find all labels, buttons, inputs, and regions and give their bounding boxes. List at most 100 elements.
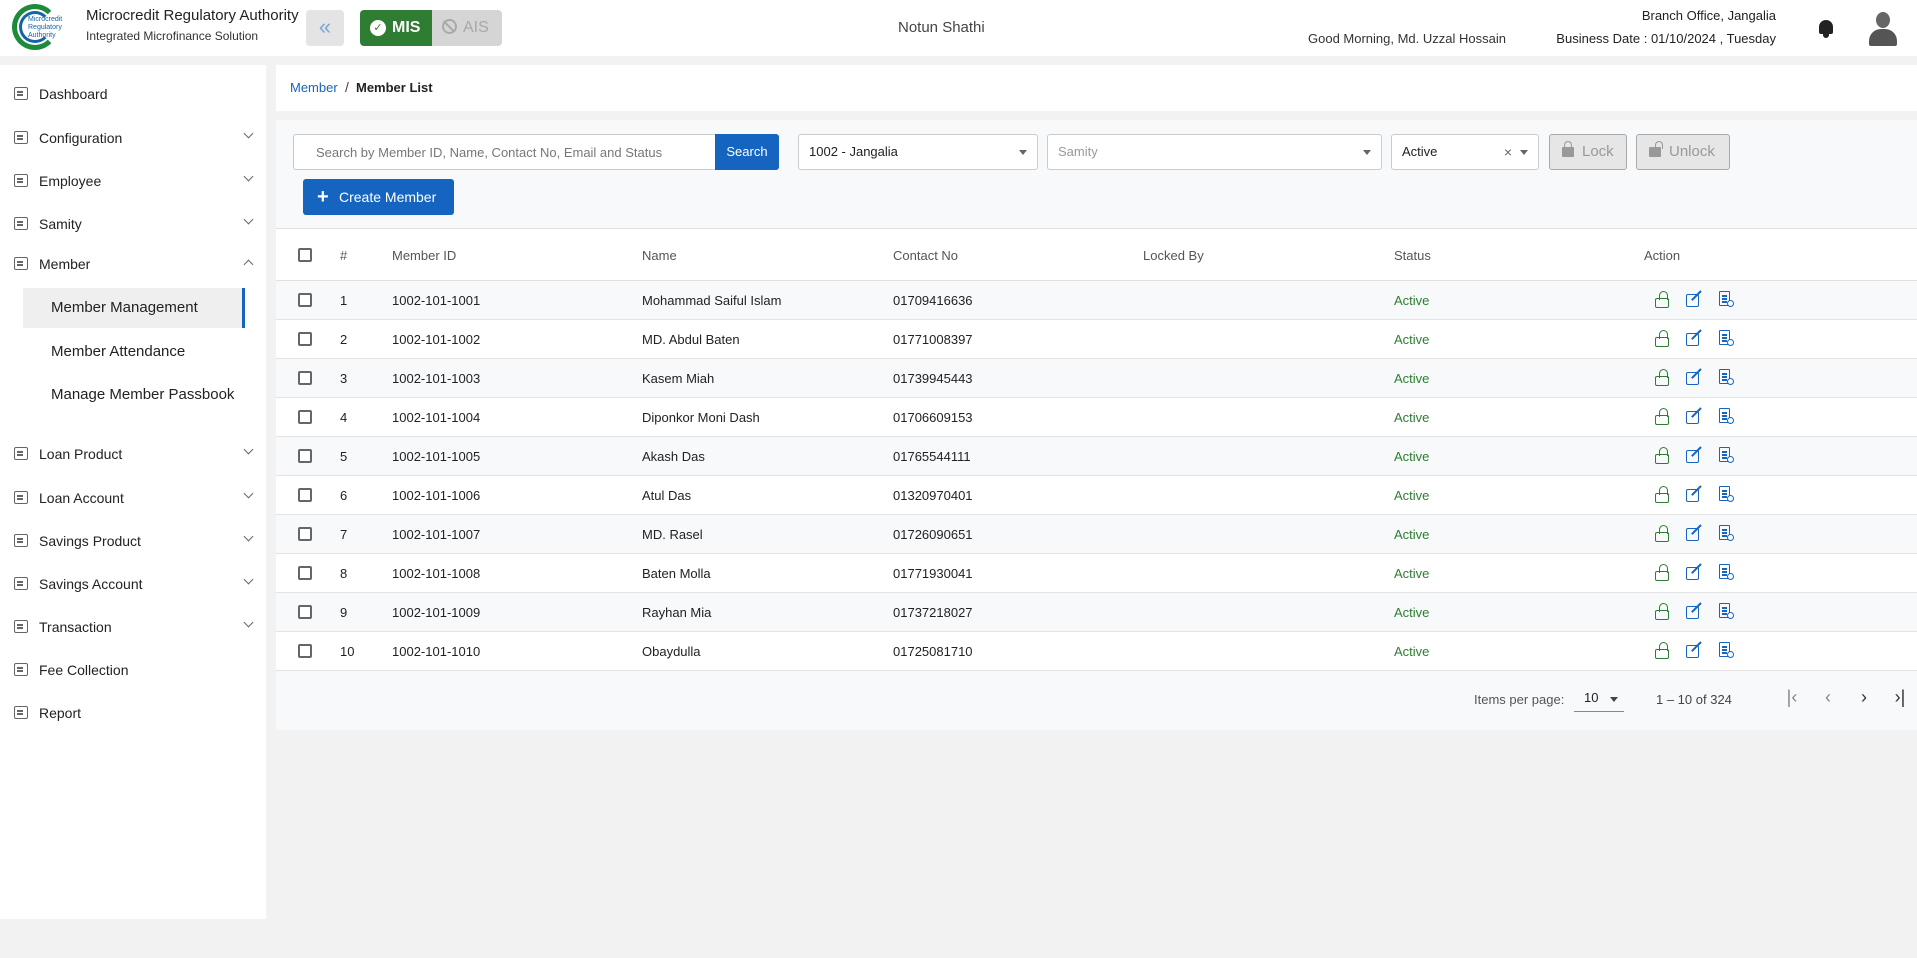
- row-checkbox[interactable]: [298, 293, 312, 307]
- unlock-icon[interactable]: [1654, 564, 1670, 581]
- bell-icon[interactable]: [1817, 18, 1835, 38]
- cell-index: 4: [340, 410, 348, 425]
- edit-icon[interactable]: [1686, 524, 1702, 542]
- sidebar-subitem-member-management[interactable]: Member Management: [23, 288, 245, 328]
- view-details-icon[interactable]: [1718, 369, 1734, 386]
- sidebar-subitem-member-attendance[interactable]: Member Attendance: [23, 332, 245, 372]
- cell-name: Baten Molla: [642, 566, 711, 581]
- edit-icon[interactable]: [1686, 563, 1702, 581]
- sidebar-item-label: Report: [39, 705, 82, 721]
- unlock-icon[interactable]: [1654, 603, 1670, 620]
- select-all-checkbox[interactable]: [298, 248, 312, 262]
- edit-icon[interactable]: [1686, 602, 1702, 620]
- create-member-button[interactable]: + Create Member: [303, 179, 454, 215]
- view-details-icon[interactable]: [1718, 564, 1734, 581]
- table-header: # Member ID Name Contact No Locked By St…: [276, 228, 1917, 281]
- view-details-icon[interactable]: [1718, 408, 1734, 425]
- cell-status: Active: [1394, 488, 1430, 503]
- status-select[interactable]: Active ×: [1391, 134, 1539, 170]
- collapse-sidebar-button[interactable]: «: [306, 10, 344, 46]
- row-checkbox[interactable]: [298, 449, 312, 463]
- unlock-button[interactable]: Unlock: [1636, 134, 1730, 170]
- edit-icon[interactable]: [1686, 407, 1702, 425]
- sidebar-item-transaction[interactable]: Transaction: [0, 612, 266, 642]
- unlock-icon: [1649, 141, 1663, 157]
- sidebar-subitem-member-passbook[interactable]: Manage Member Passbook: [23, 375, 245, 415]
- edit-icon[interactable]: [1686, 290, 1702, 308]
- unlock-icon[interactable]: [1654, 642, 1670, 659]
- sidebar-subitem-label: Member Management: [51, 299, 198, 316]
- lock-icon: [1562, 141, 1574, 157]
- next-page-icon[interactable]: ›: [1854, 688, 1874, 708]
- row-checkbox[interactable]: [298, 644, 312, 658]
- sidebar-item-savings-account[interactable]: Savings Account: [0, 569, 266, 599]
- search-input[interactable]: [293, 134, 715, 170]
- cell-index: 3: [340, 371, 348, 386]
- sidebar-item-loan-account[interactable]: Loan Account: [0, 483, 266, 513]
- ais-toggle-button[interactable]: AIS: [432, 10, 502, 46]
- sidebar-item-label: Employee: [39, 173, 102, 189]
- search-button[interactable]: Search: [715, 134, 779, 170]
- unlock-icon[interactable]: [1654, 447, 1670, 464]
- prev-page-icon[interactable]: ‹: [1818, 688, 1838, 708]
- samity-select[interactable]: Samity: [1047, 134, 1382, 170]
- check-circle-icon: ✓: [370, 20, 386, 36]
- view-details-icon[interactable]: [1718, 486, 1734, 503]
- edit-icon[interactable]: [1686, 641, 1702, 659]
- cell-index: 7: [340, 527, 348, 542]
- breadcrumb-member-link[interactable]: Member: [290, 80, 338, 95]
- row-checkbox[interactable]: [298, 566, 312, 580]
- row-checkbox[interactable]: [298, 332, 312, 346]
- mis-toggle-button[interactable]: ✓ MIS: [360, 10, 432, 46]
- view-details-icon[interactable]: [1718, 525, 1734, 542]
- branch-select[interactable]: 1002 - Jangalia: [798, 134, 1038, 170]
- employee-icon: [14, 174, 28, 187]
- view-details-icon[interactable]: [1718, 642, 1734, 659]
- view-details-icon[interactable]: [1718, 603, 1734, 620]
- cell-member-id: 1002-101-1003: [392, 371, 481, 386]
- view-details-icon[interactable]: [1718, 330, 1734, 347]
- first-page-icon[interactable]: |‹: [1782, 688, 1802, 708]
- edit-icon[interactable]: [1686, 368, 1702, 386]
- row-checkbox[interactable]: [298, 527, 312, 541]
- chevron-down-icon: [243, 574, 254, 585]
- sidebar-item-savings-product[interactable]: Savings Product: [0, 526, 266, 556]
- chevron-down-icon: [243, 617, 254, 628]
- view-details-icon[interactable]: [1718, 447, 1734, 464]
- sidebar-item-configuration[interactable]: Configuration: [0, 123, 266, 153]
- breadcrumb-separator: /: [345, 79, 349, 95]
- unlock-icon[interactable]: [1654, 408, 1670, 425]
- sidebar-item-report[interactable]: Report: [0, 698, 266, 728]
- view-details-icon[interactable]: [1718, 291, 1734, 308]
- last-page-icon[interactable]: ›|: [1890, 688, 1910, 708]
- table-row: 7 1002-101-1007 MD. Rasel 01726090651 Active: [276, 515, 1917, 554]
- unlock-icon[interactable]: [1654, 369, 1670, 386]
- edit-icon[interactable]: [1686, 485, 1702, 503]
- items-per-page-select[interactable]: 10: [1574, 690, 1624, 712]
- sidebar-item-loan-product[interactable]: Loan Product: [0, 439, 266, 469]
- unlock-icon[interactable]: [1654, 486, 1670, 503]
- sidebar-item-fee-collection[interactable]: Fee Collection: [0, 655, 266, 685]
- unlock-icon[interactable]: [1654, 291, 1670, 308]
- unlock-icon[interactable]: [1654, 330, 1670, 347]
- sidebar-item-samity[interactable]: Samity: [0, 209, 266, 239]
- cell-status: Active: [1394, 605, 1430, 620]
- ais-label: AIS: [463, 19, 489, 36]
- edit-icon[interactable]: [1686, 329, 1702, 347]
- lock-button[interactable]: Lock: [1549, 134, 1627, 170]
- row-checkbox[interactable]: [298, 488, 312, 502]
- savings-product-icon: [14, 534, 28, 547]
- sidebar-item-label: Loan Product: [39, 446, 123, 462]
- row-checkbox[interactable]: [298, 371, 312, 385]
- sidebar-item-dashboard[interactable]: Dashboard: [0, 79, 266, 109]
- avatar[interactable]: [1868, 12, 1898, 46]
- row-checkbox[interactable]: [298, 410, 312, 424]
- sidebar-item-employee[interactable]: Employee: [0, 166, 266, 196]
- unlock-icon[interactable]: [1654, 525, 1670, 542]
- app-name: Notun Shathi: [898, 19, 985, 36]
- clear-icon[interactable]: ×: [1504, 135, 1512, 169]
- sidebar-item-member[interactable]: Member: [0, 249, 266, 279]
- row-checkbox[interactable]: [298, 605, 312, 619]
- cell-member-id: 1002-101-1009: [392, 605, 481, 620]
- edit-icon[interactable]: [1686, 446, 1702, 464]
